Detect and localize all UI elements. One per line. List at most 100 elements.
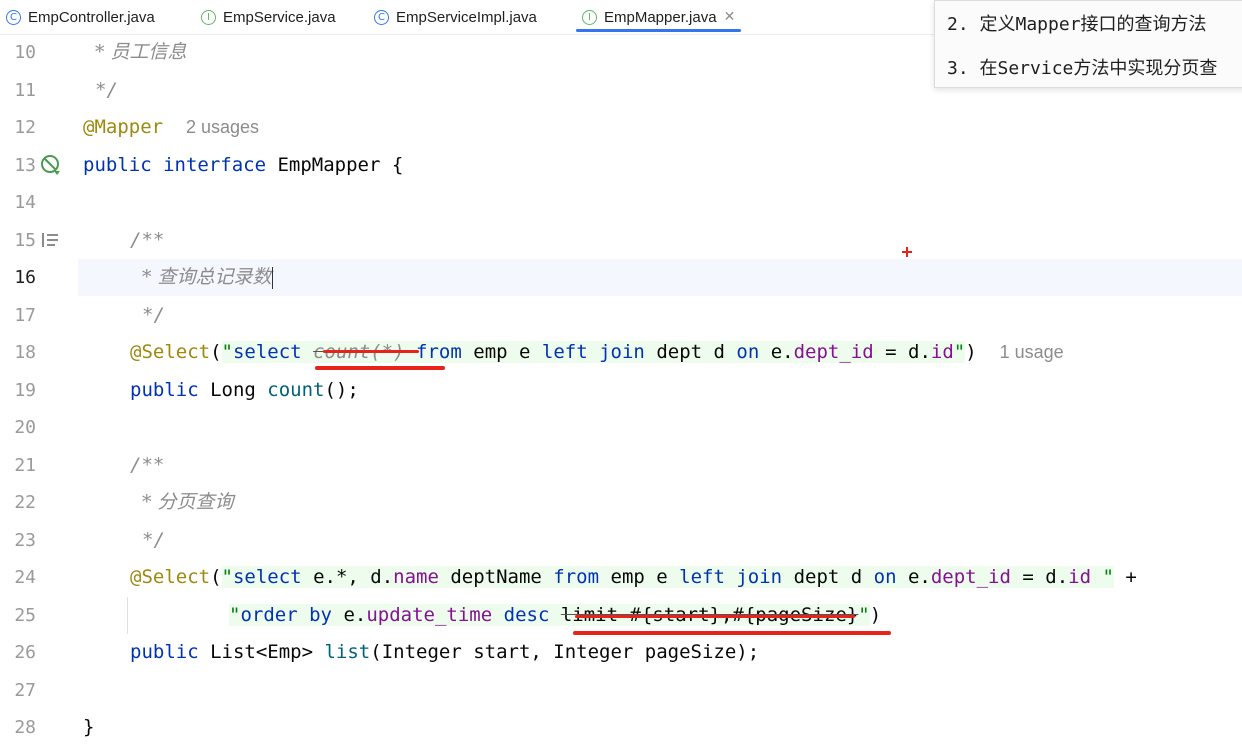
quote: " — [221, 341, 233, 363]
code-line-26: public List<Emp> list(Integer start, Int… — [130, 634, 759, 671]
code-line-15: /** — [130, 222, 164, 259]
tab-label: EmpServiceImpl.java — [396, 8, 537, 26]
annotation: @Select — [130, 566, 211, 588]
sql-keyword: by — [309, 604, 332, 626]
annotation: @Mapper — [83, 116, 164, 138]
code-line-24: @Select("select e.*, d.name deptName fro… — [130, 559, 1137, 596]
line-number: 12 — [14, 117, 36, 138]
text-cursor — [271, 266, 273, 289]
usages-hint[interactable]: 2 usages — [186, 117, 259, 137]
line-number: 18 — [14, 342, 36, 363]
tab-emp-controller[interactable]: C EmpController.java — [6, 0, 155, 34]
line-number: 19 — [14, 380, 36, 401]
keyword: public — [130, 379, 199, 401]
sql-text: = d. — [873, 341, 931, 363]
sql-text: deptName — [438, 566, 554, 588]
annotation: @Select — [130, 341, 211, 363]
type-text: Long — [198, 379, 268, 401]
interface-icon: I — [582, 9, 597, 25]
sql-column: dept_id — [793, 341, 874, 363]
paren: ( — [210, 341, 222, 363]
red-annotation-underline — [573, 631, 891, 635]
sql-text: dept d — [782, 566, 874, 588]
line-number: 14 — [14, 192, 36, 213]
sql-keyword: select — [232, 566, 302, 588]
tab-label: EmpService.java — [223, 8, 336, 26]
sql-text: e.*, d. — [301, 566, 394, 588]
sql-keyword: order — [240, 604, 298, 626]
line-number: 17 — [14, 305, 36, 326]
tab-emp-service-impl[interactable]: C EmpServiceImpl.java — [374, 0, 537, 34]
sql-keyword: from — [553, 566, 600, 588]
sql-column: dept_id — [930, 566, 1011, 588]
sql-keyword: join — [736, 566, 783, 588]
sql-text: e. — [759, 341, 794, 363]
red-annotation-strike — [323, 350, 419, 353]
sql-column: id — [930, 341, 954, 363]
sql-keyword: join — [599, 341, 645, 363]
paren: ( — [210, 566, 222, 588]
indent-guide — [127, 597, 128, 634]
sql-column: id — [1068, 566, 1092, 588]
comment-text: * 查询总记录数 — [142, 266, 272, 288]
code-line-23: */ — [142, 522, 165, 559]
code-line-19: public Long count(); — [130, 372, 359, 409]
sql-keyword: select — [232, 341, 302, 363]
checklist-popup: 2. 定义Mapper接口的查询方法 3. 在Service方法中实现分页查 — [934, 0, 1242, 88]
tab-label: EmpMapper.java — [604, 8, 717, 26]
tab-emp-service[interactable]: I EmpService.java — [201, 0, 336, 34]
comment-text: */ — [95, 79, 118, 101]
paren: ) — [869, 604, 882, 626]
line-number: 11 — [14, 80, 36, 101]
interface-icon: I — [201, 9, 216, 25]
code-line-11: */ — [95, 72, 118, 109]
sql-column: update_time — [366, 604, 493, 626]
sql-text: emp e — [599, 566, 680, 588]
interface-declaration: EmpMapper { — [266, 154, 404, 176]
quote: " — [953, 341, 966, 363]
operator: + — [1113, 566, 1137, 588]
sql-text: e. — [332, 604, 367, 626]
code-line-28: } — [83, 709, 94, 746]
popup-line: 2. 定义Mapper接口的查询方法 — [947, 14, 1207, 35]
sql-keyword: on — [873, 566, 897, 588]
line-number: 20 — [14, 417, 36, 438]
crosshair-cursor-icon — [906, 247, 908, 257]
type-text: List<Emp> — [198, 641, 325, 663]
sql-keyword: left — [541, 341, 588, 363]
doc-comment-toggle-icon[interactable] — [41, 232, 59, 248]
line-number: 25 — [14, 605, 36, 626]
code-line-12: @Mapper 2 usages — [83, 109, 259, 146]
quote: " — [221, 566, 233, 588]
tab-label: EmpController.java — [28, 8, 155, 26]
red-annotation-underline — [315, 366, 445, 370]
usages-hint[interactable]: 1 usage — [1000, 342, 1064, 362]
sql-keyword: desc — [503, 604, 550, 626]
line-number: 23 — [14, 530, 36, 551]
code-line-22: * 分页查询 — [142, 484, 234, 521]
sql-text: e. — [896, 566, 931, 588]
code-line-13: public interface EmpMapper { — [83, 147, 403, 184]
sql-text: = d. — [1010, 566, 1069, 588]
method-name: list — [324, 641, 371, 663]
line-number: 16 — [14, 267, 36, 288]
code-line-17: */ — [142, 297, 165, 334]
implementations-icon[interactable] — [40, 154, 62, 176]
line-number: 21 — [14, 455, 36, 476]
comment-text: */ — [142, 529, 165, 551]
line-number: 22 — [14, 492, 36, 513]
keyword: public — [83, 154, 152, 176]
tab-emp-mapper[interactable]: I EmpMapper.java ✕ — [575, 0, 742, 34]
line-number: 15 — [14, 230, 36, 251]
close-icon[interactable]: ✕ — [724, 9, 736, 25]
sql-text: emp e — [461, 341, 542, 363]
code-text: (Integer start, Integer pageSize); — [370, 641, 760, 663]
comment-text: * 分页查询 — [142, 491, 234, 513]
sql-keyword: left — [679, 566, 725, 588]
line-number: 13 — [14, 155, 36, 176]
code-line-18: @Select("select count(*) from emp e left… — [130, 334, 1064, 371]
comment-text: * 员工信息 — [95, 41, 187, 63]
keyword: public — [130, 641, 199, 663]
sql-text: dept d — [644, 341, 737, 363]
